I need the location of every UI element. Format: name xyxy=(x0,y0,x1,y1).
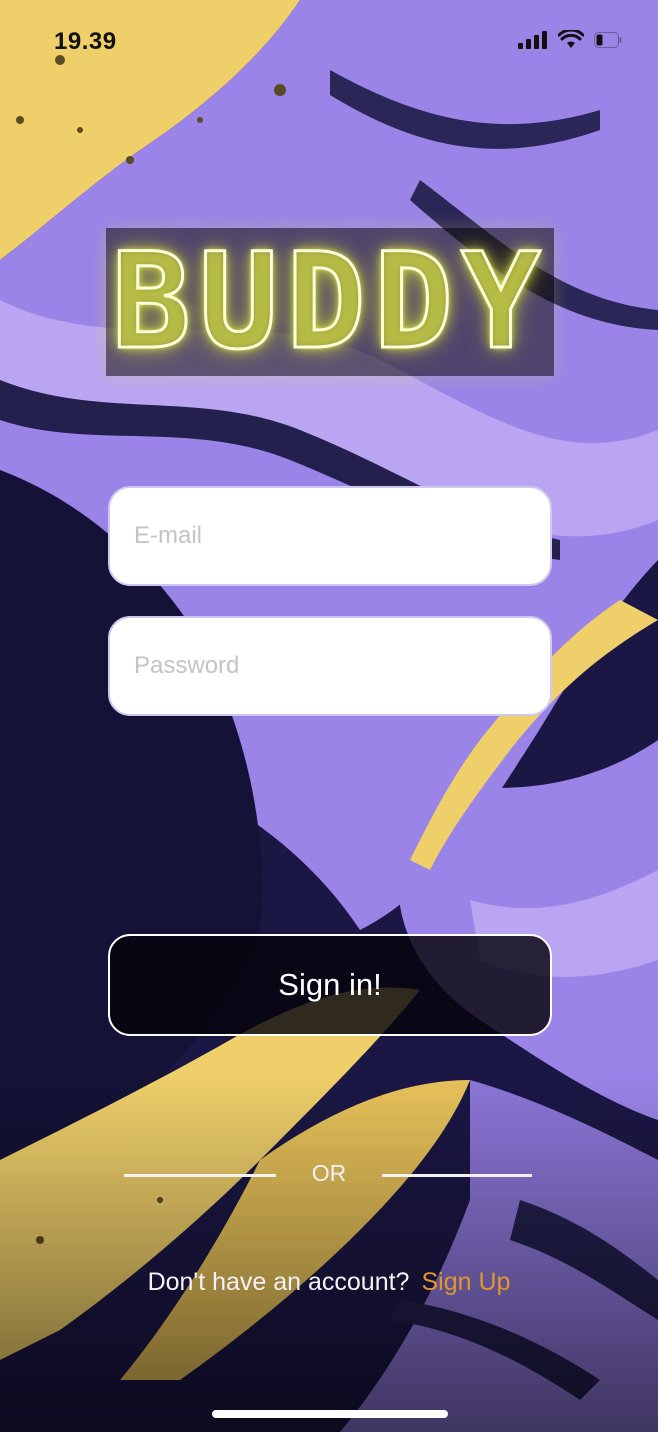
password-field-container xyxy=(108,616,552,716)
status-time: 19.39 xyxy=(54,28,117,55)
signup-link[interactable]: Sign Up xyxy=(421,1268,510,1296)
home-indicator[interactable] xyxy=(212,1410,448,1418)
signin-button[interactable]: Sign in! xyxy=(108,934,552,1036)
signup-prompt: Don't have an account? xyxy=(147,1268,410,1296)
signup-row: Don't have an account? Sign Up xyxy=(0,1268,658,1297)
battery-icon xyxy=(594,32,622,53)
cellular-signal-icon xyxy=(518,31,548,54)
email-field-container xyxy=(108,486,552,586)
password-input[interactable] xyxy=(110,618,550,714)
email-input[interactable] xyxy=(110,488,550,584)
marble-background xyxy=(0,0,658,1432)
logo-container: BUDDY xyxy=(106,228,554,376)
or-divider-label: OR xyxy=(311,1160,347,1186)
app-logo: BUDDY xyxy=(110,225,549,379)
status-bar: 19.39 xyxy=(0,0,658,80)
divider-line-left xyxy=(124,1174,276,1177)
status-icons xyxy=(518,28,622,55)
login-screen: 19.39 BUDDY E-mail Sign in! OR Don't hav… xyxy=(0,0,658,1432)
wifi-icon xyxy=(557,28,585,55)
divider-line-right xyxy=(382,1174,532,1177)
